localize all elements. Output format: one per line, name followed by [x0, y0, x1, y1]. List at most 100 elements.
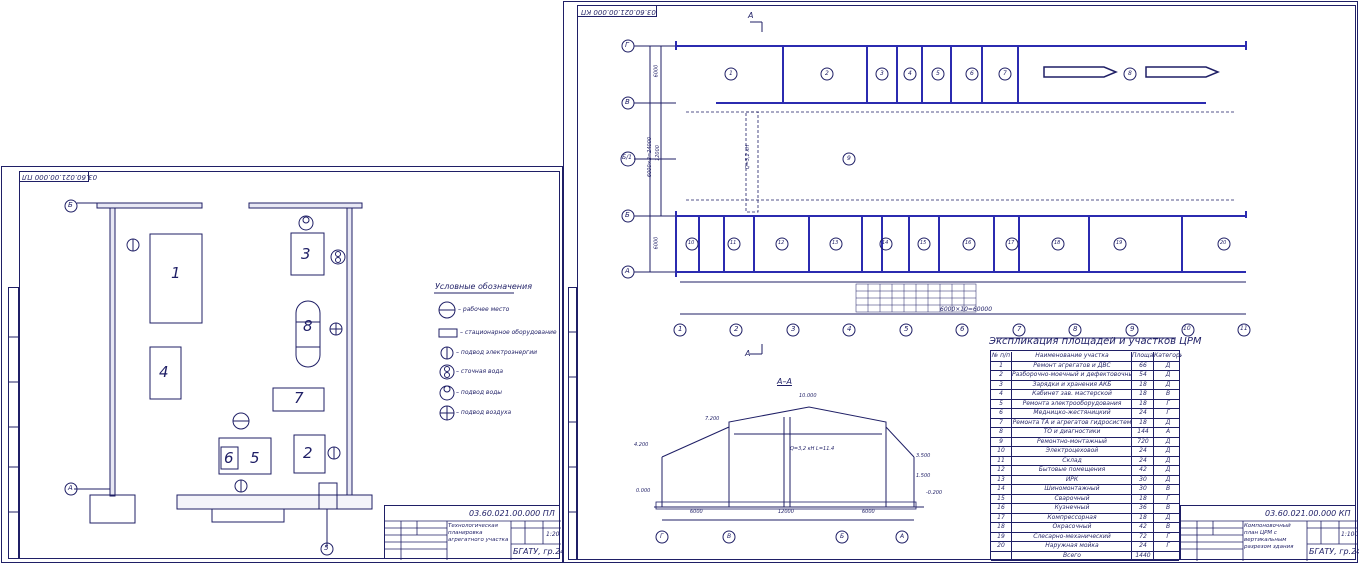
right-scale: 1:100: [1341, 531, 1359, 538]
explication-cell: 6: [999, 409, 1003, 416]
explication-cell: 144: [1131, 428, 1154, 437]
explication-cell: Кабинет зав. мастерской: [1011, 390, 1132, 399]
explication-cell: 18: [1131, 494, 1154, 503]
room-4: 4: [908, 70, 912, 77]
explication-cell: 66: [1131, 361, 1154, 370]
item-2-label: 2: [303, 444, 313, 462]
explication-cell: 36: [1131, 504, 1154, 513]
explication-cell: Разборочно-моечный и дефектовочный: [1011, 371, 1132, 380]
explication-table: № п/пНаименование участкаПлощадьКатегори…: [990, 350, 1182, 561]
row-axis-b: Б: [625, 211, 630, 219]
explication-header-cell: Площадь: [1131, 352, 1154, 361]
lvl-7200: 7.200: [705, 416, 720, 422]
explication-cell: В: [1153, 504, 1182, 513]
explication-cell: Ремонта ТА и агрегатов гидросистем: [1011, 418, 1132, 427]
room-7: 7: [1003, 70, 1007, 77]
left-title-block: 03.60.021.00.000 ПЛ Технологическая план…: [384, 505, 577, 560]
legend-entry-water: – подвод воды: [456, 389, 503, 396]
explication-cell: 72: [1131, 532, 1154, 541]
row-axis-b1: Б/1: [622, 154, 632, 161]
explication-cell: Ремонт агрегатов и ДВС: [1011, 361, 1132, 370]
explication-cell: 17: [997, 513, 1005, 521]
explication-cell: 19: [997, 532, 1005, 540]
col-axis-5: 5: [904, 325, 909, 333]
explication-header-cell: Наименование участка: [1011, 352, 1132, 361]
room-13: 13: [832, 240, 839, 246]
dim-left-2: 12000: [654, 145, 661, 161]
sec-axis-b: Б: [840, 533, 845, 540]
col-axis-7: 7: [1017, 325, 1022, 333]
explication-cell: Кузнечный: [1011, 504, 1132, 513]
explication-cell: 24: [1131, 456, 1154, 465]
col-axis-4: 4: [847, 325, 852, 333]
sec-beam-label: Q=3,2 кН L=11.4: [790, 446, 835, 452]
explication-cell: Д: [1153, 447, 1182, 456]
explication-cell: Д: [1153, 456, 1182, 465]
lvl-3500: 3.500: [916, 453, 931, 459]
explication-row: Всего 1440: [991, 551, 1179, 561]
explication-cell: 14: [997, 485, 1005, 492]
section-marker-bottom: А: [745, 349, 751, 358]
right-title-block: 03.60.021.00.000 КП Компоновочный план Ц…: [1180, 505, 1359, 561]
explication-cell: Д: [1153, 380, 1182, 389]
dim-crane: Q=3,2 кН: [745, 144, 752, 170]
room-16: 16: [965, 240, 972, 246]
sec-dim-6000-right: 6000: [862, 509, 875, 515]
explication-cell: 54: [1131, 371, 1154, 380]
sec-axis-a: А: [900, 533, 905, 540]
room-2: 2: [825, 70, 829, 77]
item-1-label: 1: [171, 264, 181, 282]
explication-cell: Д: [1153, 437, 1182, 446]
col-axis-8: 8: [1073, 325, 1078, 333]
explication-cell: 30: [1131, 475, 1154, 484]
item-7-label: 7: [294, 389, 304, 407]
room-10: 10: [688, 240, 695, 246]
explication-cell: Шиномонтажный: [1011, 485, 1132, 494]
legend-entry-workplace: – рабочее место: [458, 306, 510, 313]
room-20: 20: [1220, 240, 1227, 246]
legend-title: Условные обозначения: [435, 282, 533, 291]
explication-cell: А: [1153, 428, 1182, 437]
explication-cell: Бытовые помещения: [1011, 466, 1132, 475]
explication-cell: 18: [1131, 513, 1154, 522]
explication-cell: Г: [1153, 494, 1182, 503]
col-axis-2: 2: [734, 325, 739, 333]
explication-cell: Сварочный: [1011, 494, 1132, 503]
explication-cell: 20: [997, 542, 1005, 549]
legend-entry-equipment: – стационарное оборудование: [460, 329, 557, 336]
explication-cell: 30: [1131, 485, 1154, 494]
room-8: 8: [1128, 70, 1132, 77]
explication-cell: Компрессорная: [1011, 513, 1132, 522]
room-5: 5: [936, 70, 940, 77]
explication-cell: 8: [999, 428, 1003, 435]
right-drawing-title: Компоновочный план ЦРМ с вертикальным ра…: [1244, 523, 1294, 550]
col-axis-9: 9: [1130, 325, 1135, 333]
explication-cell: Д: [1153, 513, 1182, 522]
explication-cell: 13: [997, 475, 1005, 483]
row-axis-g: Г: [625, 41, 629, 49]
room-3: 3: [880, 70, 884, 77]
room-12: 12: [778, 240, 785, 246]
explication-cell: Д: [1153, 418, 1182, 427]
explication-cell: Д: [1153, 361, 1182, 370]
explication-cell: ТО и диагностики: [1011, 428, 1132, 437]
explication-cell: 18: [1131, 418, 1154, 427]
right-doc-code: 03.60.021.00.000 КП: [1265, 509, 1351, 518]
col-axis-3: 3: [791, 325, 796, 333]
explication-cell: 42: [1131, 466, 1154, 475]
room-19: 19: [1116, 240, 1123, 246]
lvl-10000: 10.000: [799, 393, 817, 399]
item-4-label: 4: [159, 363, 169, 381]
explication-cell: Г: [1153, 409, 1182, 418]
explication-cell: Слесарно-механический: [1011, 532, 1132, 541]
dim-left-1: 6000: [653, 64, 660, 78]
dim-left-4: 6000: [653, 236, 660, 250]
room-17: 17: [1008, 240, 1015, 246]
lvl-1500: 1.500: [916, 473, 931, 479]
explication-cell: 15: [997, 494, 1005, 502]
lvl-0: 0.000: [636, 488, 651, 494]
explication-cell: Д: [1153, 466, 1182, 475]
explication-cell: 12: [997, 466, 1005, 473]
col-axis-1: 1: [678, 325, 683, 333]
explication-cell: Г: [1153, 542, 1182, 551]
